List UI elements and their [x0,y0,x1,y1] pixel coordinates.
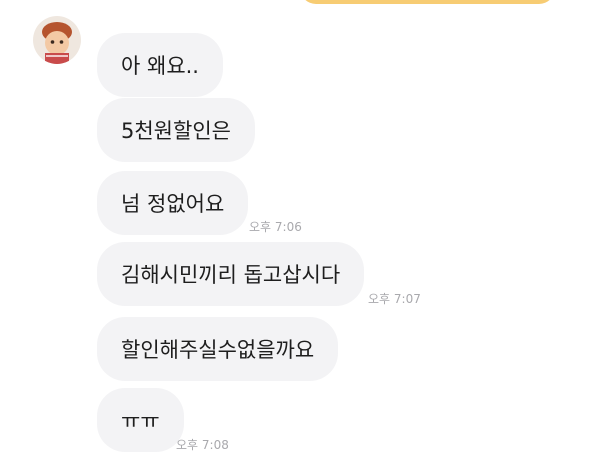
message-bubble: 김해시민끼리 돕고삽시다 [97,242,365,306]
message-timestamp: 오후 7:07 [368,292,421,306]
message-text: 김해시민끼리 돕고삽시다 [121,263,341,287]
message-timestamp: 오후 7:06 [249,220,302,234]
message-bubble: 5천원할인은 [97,98,255,162]
outgoing-message-bubble-partial [300,0,555,4]
message-text: 넘 정없어요 [121,192,225,216]
message-timestamp: 오후 7:08 [176,438,229,452]
avatar[interactable] [33,16,81,64]
message-bubble: 넘 정없어요 [97,171,249,235]
message-text: 할인해주실수없을까요 [121,338,315,362]
avatar-image [33,16,81,64]
message-text: ㅠㅠ [121,409,160,433]
message-text: 5천원할인은 [121,119,231,143]
message-text: 아 왜요.. [121,54,199,78]
message-bubble: 아 왜요.. [97,33,223,97]
message-bubble: ㅠㅠ [97,388,184,452]
message-bubble: 할인해주실수없을까요 [97,317,339,381]
